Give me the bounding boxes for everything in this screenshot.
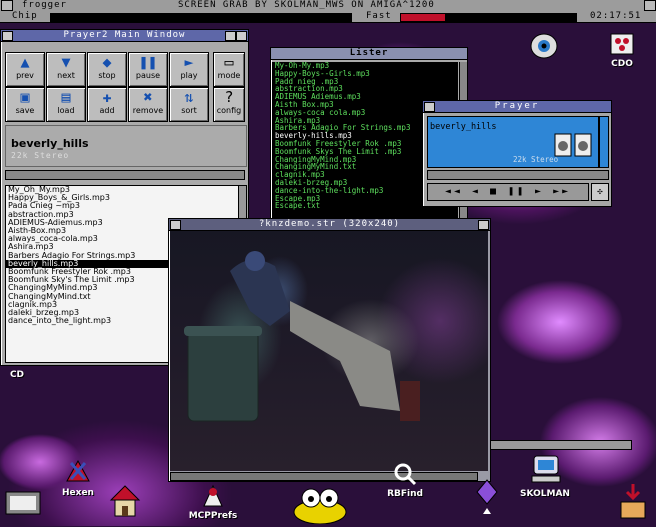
prayer-format: 22k Stereo [513,155,559,164]
remove-icon: ✖ [143,88,153,106]
prayer-close-icon[interactable] [424,102,435,112]
speakers-icon [554,133,592,157]
config-button[interactable]: ? config [213,87,245,122]
now-playing-title: beverly_hills [11,137,89,150]
prayer-title-bar[interactable]: Prayer [423,101,611,113]
screen-title-bar: frogger SCREEN GRAB BY SKOLMAN_MWS ON AM… [0,0,656,23]
screen-depth-icon[interactable] [644,0,656,11]
add-button[interactable]: ✚ add [87,87,127,122]
save-button[interactable]: ▣ save [5,87,45,122]
add-icon: ✚ [102,88,112,106]
arrow-up-icon: ▲ [20,53,30,71]
prayer-display: beverly_hills 22k Stereo [427,116,599,168]
sort-icon: ⇅ [184,88,194,106]
app-name: frogger [22,0,67,10]
stop-button[interactable]: ◆ stop [87,52,127,87]
sort-button-label: sort [181,106,197,115]
close-icon[interactable] [2,31,13,41]
pause-button[interactable]: ❚❚ pause [128,52,168,87]
video-window[interactable]: ?knzdemo.str (320x240) [168,218,491,482]
video-title-bar[interactable]: ?knzdemo.str (320x240) [169,219,490,231]
home-icon[interactable] [105,482,145,521]
video-frame [170,231,488,471]
monitor-icon[interactable] [4,490,44,523]
play-button[interactable]: ► play [169,52,209,87]
load-icon: ▤ [61,88,71,106]
position-slider[interactable] [5,170,245,180]
now-playing-panel: beverly_hills 22k Stereo [5,125,247,167]
eye-icon[interactable] [527,33,561,62]
volume-meter [599,116,609,168]
prayer-seek-slider[interactable] [427,170,609,180]
prayer-window[interactable]: Prayer beverly_hills 22k Stereo ◄◄ ◄ ■ ❚… [422,100,612,207]
add-button-label: add [99,106,115,115]
load-button-label: load [57,106,75,115]
video-close-icon[interactable] [170,220,181,230]
hexen-icon[interactable]: Hexen [55,455,101,498]
prev-button-label: prev [16,71,34,80]
stop-icon: ◆ [102,53,112,71]
player-title: Prayer2 Main Window [63,30,186,40]
help-icon: ? [224,88,234,106]
depth-icon[interactable] [236,31,247,41]
pause-icon: ❚❚ [138,53,158,71]
zoom-icon[interactable] [225,31,236,41]
now-playing-format: 22k Stereo [11,151,70,160]
mode-button[interactable]: ▭ mode [213,52,245,87]
prayer-menu-icon[interactable]: ✣ [591,183,609,201]
chip-label: Chip [12,11,38,21]
player-title-bar[interactable]: Prayer2 Main Window [1,30,248,42]
load-button[interactable]: ▤ load [46,87,86,122]
save-button-label: save [15,106,35,115]
background-window-scrollbar[interactable] [490,440,632,450]
skolman-icon[interactable]: SKOLMAN [520,452,570,499]
screen-title: SCREEN GRAB BY SKOLMAN_MWS ON AMIGA^1200 [178,0,435,10]
rbfind-icon[interactable]: RBFind [374,462,436,499]
lister-title: Lister [349,48,389,58]
play-button-label: play [180,71,198,80]
cdo-icon[interactable]: CDO [604,32,640,69]
next-button[interactable]: ▼ next [46,52,86,87]
play-icon: ► [184,53,194,71]
prayer-transport-controls[interactable]: ◄◄ ◄ ■ ❚❚ ► ►► [427,183,589,201]
chip-memory-meter [50,13,352,22]
cd-left-label[interactable]: CD [8,370,26,380]
mcpprefs-icon[interactable]: MCPPrefs [178,482,248,521]
lister-title-bar[interactable]: Lister [271,48,467,60]
frog-icon[interactable] [290,486,350,527]
mode-icon: ▭ [224,53,234,71]
save-icon: ▣ [20,88,30,106]
prayer-track: beverly_hills [430,122,497,132]
prayer-title: Prayer [494,101,540,111]
remove-button-label: remove [132,106,164,115]
clock: 02:17:51 [590,11,642,21]
download-icon[interactable] [616,482,650,523]
fast-label: Fast [366,11,392,21]
remove-button[interactable]: ✖ remove [128,87,168,122]
prev-button[interactable]: ▲ prev [5,52,45,87]
arrow-down-icon: ▼ [61,53,71,71]
next-button-label: next [57,71,75,80]
stop-button-label: stop [98,71,116,80]
sort-button[interactable]: ⇅ sort [169,87,209,122]
video-title: ?knzdemo.str (320x240) [258,219,401,229]
video-scene-image [184,251,420,422]
screen-close-icon[interactable] [1,0,13,11]
fast-memory-meter [400,13,577,22]
video-depth-icon[interactable] [478,220,489,230]
crystal-icon[interactable] [474,478,500,521]
pause-button-label: pause [135,71,161,80]
